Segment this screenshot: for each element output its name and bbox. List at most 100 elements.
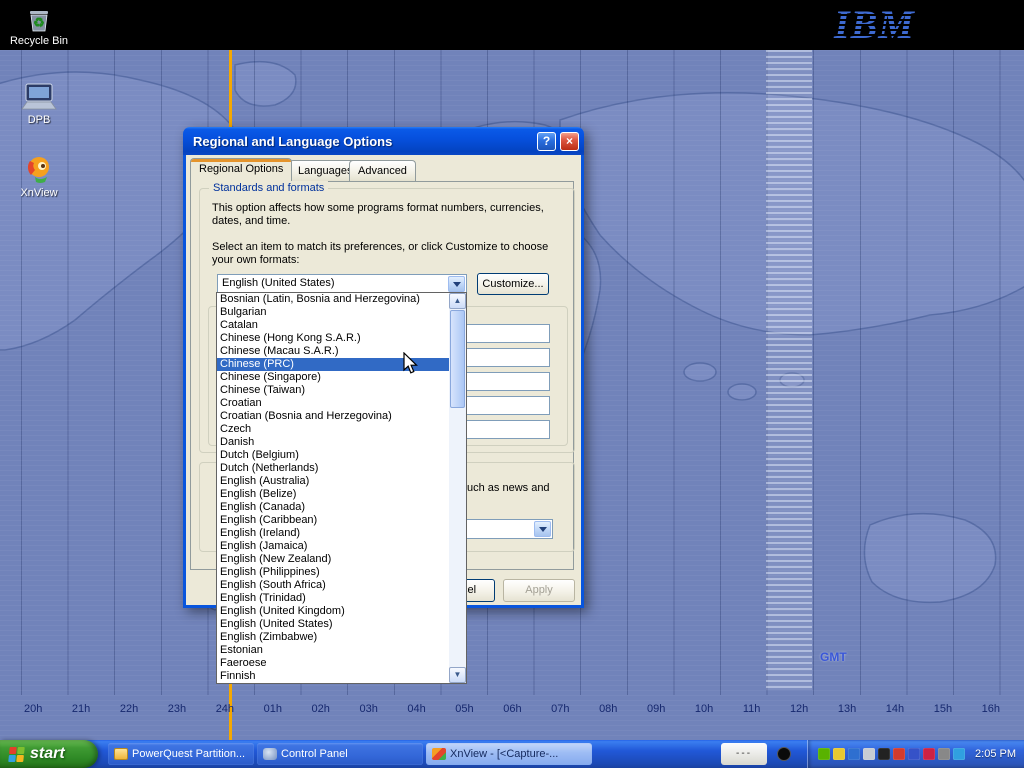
- language-option[interactable]: English (United Kingdom): [217, 605, 449, 618]
- language-option[interactable]: Chinese (Hong Kong S.A.R.): [217, 332, 449, 345]
- desktop-icon-label: XnView: [8, 187, 70, 199]
- timezone-label: 23h: [168, 703, 186, 715]
- timezone-label: 13h: [838, 703, 856, 715]
- tray-icons: [818, 748, 965, 760]
- close-button[interactable]: ×: [560, 132, 579, 151]
- recycle-bin-label: Recycle Bin: [8, 35, 70, 47]
- taskbar-button-label: PowerQuest Partition...: [132, 748, 245, 760]
- language-option[interactable]: English (Zimbabwe): [217, 631, 449, 644]
- language-option[interactable]: Chinese (Taiwan): [217, 384, 449, 397]
- timezone-label: 14h: [886, 703, 904, 715]
- language-option[interactable]: English (Ireland): [217, 527, 449, 540]
- xnview-icon: [22, 153, 56, 185]
- desktop-icon-xnview[interactable]: XnView: [8, 153, 70, 199]
- windows-flag-icon: [8, 747, 25, 762]
- language-option[interactable]: English (Belize): [217, 488, 449, 501]
- taskbar-window-button[interactable]: Control Panel: [257, 743, 423, 765]
- language-option[interactable]: English (New Zealand): [217, 553, 449, 566]
- combobox-dropdown-arrow-icon[interactable]: [534, 521, 551, 537]
- help-button[interactable]: ?: [537, 132, 556, 151]
- language-option[interactable]: Dutch (Belgium): [217, 449, 449, 462]
- control-panel-icon: [263, 748, 277, 760]
- language-option[interactable]: English (South Africa): [217, 579, 449, 592]
- taskbar-window-button[interactable]: PowerQuest Partition...: [108, 743, 254, 765]
- language-option[interactable]: Dutch (Netherlands): [217, 462, 449, 475]
- tray-icon[interactable]: [833, 748, 845, 760]
- dialog-body: Regional Options Languages Advanced Stan…: [183, 155, 584, 608]
- timezone-label: 07h: [551, 703, 569, 715]
- scroll-up-icon[interactable]: ▲: [449, 293, 466, 309]
- folder-icon: [114, 748, 128, 760]
- language-option[interactable]: Finnish: [217, 670, 449, 683]
- language-option[interactable]: Catalan: [217, 319, 449, 332]
- taskbar-window-button[interactable]: XnView - [<Capture-...: [426, 743, 592, 765]
- tray-icon[interactable]: [938, 748, 950, 760]
- taskbar-overflow-button[interactable]: ---: [721, 743, 767, 765]
- timezone-label: 24h: [216, 703, 234, 715]
- timezone-label: 06h: [503, 703, 521, 715]
- start-button-label: start: [30, 745, 65, 763]
- language-option[interactable]: English (Jamaica): [217, 540, 449, 553]
- taskbar: start PowerQuest Partition... Control Pan…: [0, 740, 1024, 768]
- language-option[interactable]: Czech: [217, 423, 449, 436]
- timezone-label: 20h: [24, 703, 42, 715]
- desktop-icon-dpb[interactable]: DPB: [8, 82, 70, 126]
- timezone-label: 08h: [599, 703, 617, 715]
- customize-button[interactable]: Customize...: [477, 273, 549, 295]
- tray-icon[interactable]: [878, 748, 890, 760]
- timezone-label: 04h: [407, 703, 425, 715]
- standards-instruction: Select an item to match its preferences,…: [212, 241, 564, 267]
- language-option[interactable]: English (Canada): [217, 501, 449, 514]
- scroll-down-icon[interactable]: ▼: [449, 667, 466, 683]
- tab-advanced[interactable]: Advanced: [349, 160, 416, 181]
- gmt-label: GMT: [820, 650, 847, 664]
- language-option[interactable]: Croatian: [217, 397, 449, 410]
- apply-button[interactable]: Apply: [503, 579, 575, 602]
- tray-icon[interactable]: [923, 748, 935, 760]
- language-option[interactable]: English (Caribbean): [217, 514, 449, 527]
- format-combobox[interactable]: English (United States): [217, 274, 467, 294]
- dropdown-scrollbar[interactable]: ▲ ▼: [449, 293, 466, 683]
- tray-icon[interactable]: [908, 748, 920, 760]
- language-option[interactable]: English (United States): [217, 618, 449, 631]
- language-option[interactable]: Danish: [217, 436, 449, 449]
- ibm-logo: IBM: [830, 1, 940, 49]
- language-option[interactable]: Bosnian (Latin, Bosnia and Herzegovina): [217, 293, 449, 306]
- language-option[interactable]: Estonian: [217, 644, 449, 657]
- black-disc-icon[interactable]: [777, 747, 791, 761]
- timezone-label: 16h: [982, 703, 1000, 715]
- tray-icon[interactable]: [953, 748, 965, 760]
- language-option[interactable]: English (Trinidad): [217, 592, 449, 605]
- desktop-icon-label: DPB: [8, 114, 70, 126]
- taskbar-buttons: PowerQuest Partition... Control PanelXnVi…: [108, 743, 592, 765]
- tray-icon[interactable]: [893, 748, 905, 760]
- scrollbar-thumb[interactable]: [450, 310, 465, 408]
- language-option[interactable]: Croatian (Bosnia and Herzegovina): [217, 410, 449, 423]
- group-title: Standards and formats: [209, 181, 328, 195]
- language-option[interactable]: English (Australia): [217, 475, 449, 488]
- dialog-titlebar[interactable]: Regional and Language Options ? ×: [183, 127, 584, 155]
- tray-icon[interactable]: [863, 748, 875, 760]
- tray-icon[interactable]: [818, 748, 830, 760]
- timezone-label: 02h: [312, 703, 330, 715]
- timezone-label: 01h: [264, 703, 282, 715]
- language-option[interactable]: Faeroese: [217, 657, 449, 670]
- svg-text:IBM: IBM: [833, 2, 915, 47]
- location-text-fragment: uch as news and: [467, 482, 567, 494]
- timezone-scale: 20h21h22h23h24h01h02h03h04h05h06h07h08h0…: [24, 703, 1000, 715]
- language-option[interactable]: Bulgarian: [217, 306, 449, 319]
- combobox-dropdown-arrow-icon[interactable]: [448, 276, 465, 292]
- language-dropdown-list: Bosnian (Latin, Bosnia and Herzegovina)B…: [216, 292, 467, 684]
- recycle-bin-icon[interactable]: ♻ Recycle Bin: [8, 3, 70, 47]
- standards-description: This option affects how some programs fo…: [212, 202, 560, 228]
- tray-icon[interactable]: [848, 748, 860, 760]
- tab-regional-options[interactable]: Regional Options: [190, 158, 292, 182]
- highlighted-timezone-band: [766, 50, 812, 690]
- timezone-label: 15h: [934, 703, 952, 715]
- timezone-label: 21h: [72, 703, 90, 715]
- start-button[interactable]: start: [0, 740, 98, 768]
- language-option[interactable]: English (Philippines): [217, 566, 449, 579]
- system-tray: 2:05 PM: [807, 740, 1024, 768]
- taskbar-status-slot: [767, 743, 801, 765]
- timezone-label: 11h: [743, 703, 761, 715]
